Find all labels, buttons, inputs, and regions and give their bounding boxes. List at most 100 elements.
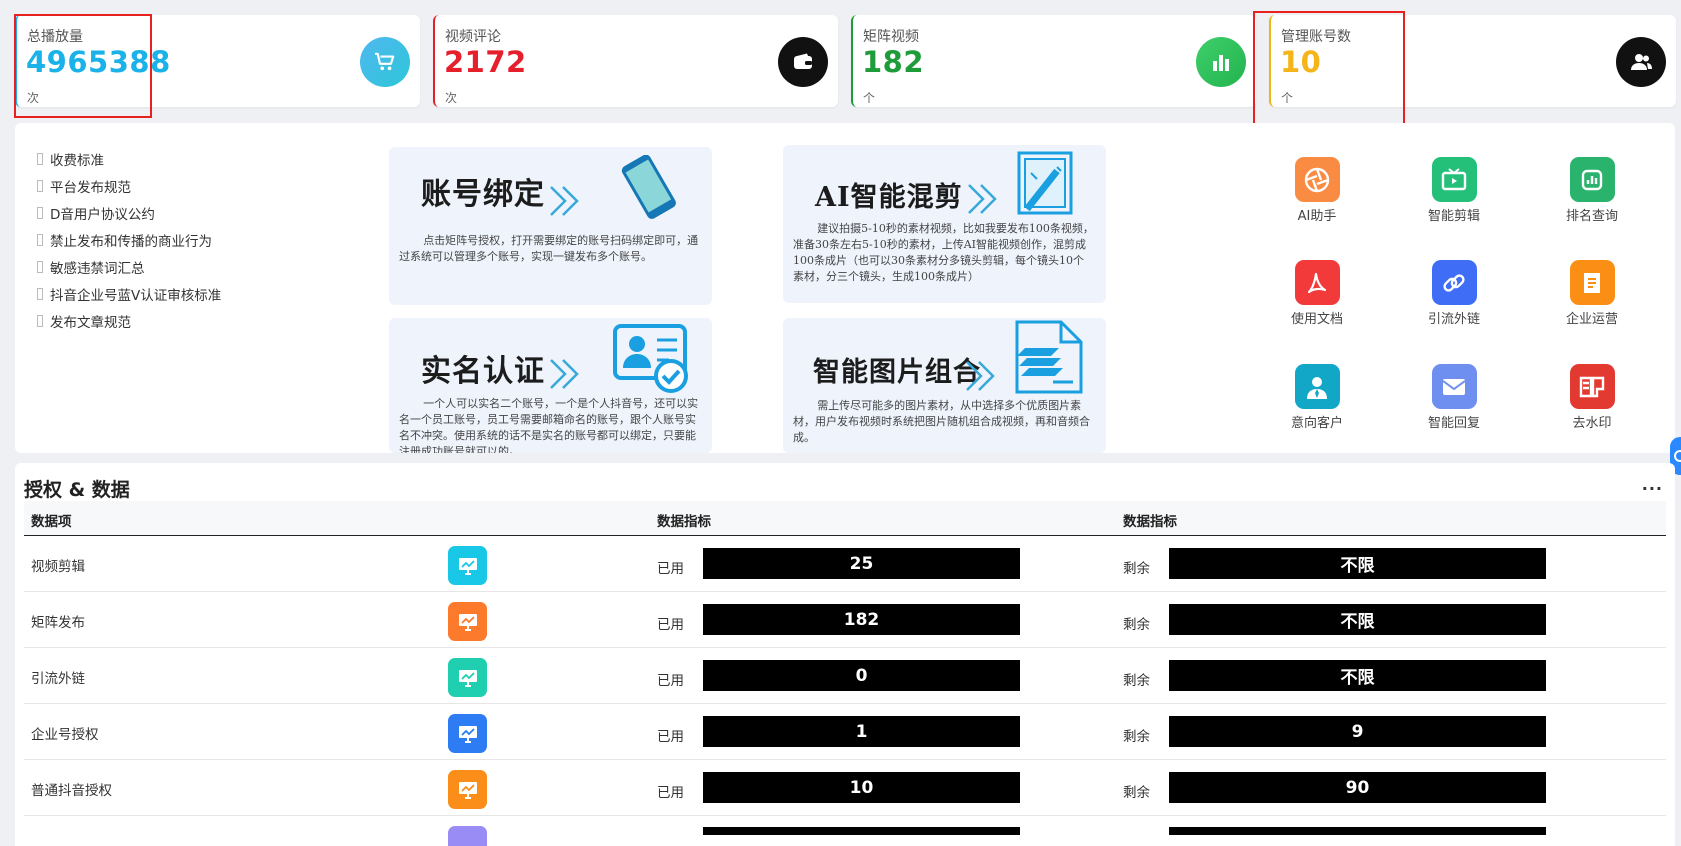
- remain-value: 90: [1169, 772, 1546, 803]
- rule-link[interactable]: 抖音企业号蓝V认证审核标准: [37, 280, 221, 307]
- feature-title: AI智能混剪: [815, 182, 963, 213]
- rule-link[interactable]: 禁止发布和传播的商业行为: [37, 226, 221, 253]
- used-label: 已用: [657, 785, 684, 801]
- rule-link[interactable]: 收费标准: [37, 145, 221, 172]
- used-value: 25: [703, 548, 1020, 579]
- stat-value: 4965388: [26, 45, 171, 79]
- stat-value: 2172: [444, 45, 527, 79]
- feature-title: 智能图片组合: [813, 357, 981, 388]
- customer-icon: [1294, 364, 1340, 409]
- wallet-icon: [778, 37, 828, 87]
- stat-unit: 个: [863, 91, 876, 105]
- cart-icon: [360, 37, 410, 87]
- remain-label: 剩余: [1123, 673, 1150, 689]
- video-edit-icon: [1017, 151, 1073, 215]
- doc-icon: [37, 233, 43, 246]
- stat-card-matrix-videos: 矩阵视频 182 个: [851, 15, 1256, 107]
- rule-link[interactable]: 敏感违禁词汇总: [37, 253, 221, 280]
- table-row: 矩阵发布 已用 182 剩余 不限: [24, 592, 1666, 648]
- feature-card-ai-mix[interactable]: AI智能混剪 建议拍摄5-10秒的素材视频，比如我要发布100条视频，准备30条…: [783, 145, 1106, 303]
- remain-label: 剩余: [1123, 785, 1150, 801]
- quick-action-label: 使用文档: [1290, 312, 1343, 327]
- bar-chart-icon: [1196, 37, 1246, 87]
- mail-icon: [1431, 364, 1477, 409]
- stat-title: 总播放量: [27, 29, 83, 45]
- remain-bar-partial: [1169, 827, 1546, 835]
- doc-icon: [37, 152, 43, 165]
- document-icon: [1015, 320, 1083, 394]
- rules-list: 收费标准 平台发布规范 D音用户协议公约 禁止发布和传播的商业行为 敏感违禁词汇…: [37, 145, 221, 334]
- gear-icon: [1674, 450, 1681, 462]
- users-icon: [1616, 37, 1666, 87]
- ranking-icon: [1569, 157, 1615, 202]
- remain-value: 不限: [1169, 548, 1546, 579]
- quick-action-enterprise[interactable]: 企业运营: [1547, 260, 1637, 327]
- quick-action-label: 引流外链: [1427, 312, 1480, 327]
- quick-action-ranking[interactable]: 排名查询: [1547, 157, 1637, 224]
- link-icon: [1431, 260, 1477, 305]
- rule-link[interactable]: 平台发布规范: [37, 172, 221, 199]
- column-header: 数据指标: [657, 514, 711, 530]
- remain-label: 剩余: [1123, 617, 1150, 633]
- rule-link[interactable]: 发布文章规范: [37, 307, 221, 334]
- stat-unit: 次: [445, 91, 458, 105]
- stat-title: 管理账号数: [1281, 29, 1351, 45]
- table-header: 数据项 数据指标 数据指标: [24, 501, 1666, 536]
- used-value: 1: [703, 716, 1020, 747]
- column-header: 数据项: [31, 514, 72, 530]
- row-name: 视频剪辑: [31, 559, 85, 575]
- row-name: 普通抖音授权: [31, 783, 112, 799]
- feature-card-account-binding[interactable]: 账号绑定 点击矩阵号授权，打开需要绑定的账号扫码绑定即可，通过系统可以管理多个账…: [389, 147, 712, 305]
- quick-action-label: 智能剪辑: [1427, 209, 1480, 224]
- quick-action-label: 企业运营: [1565, 312, 1618, 327]
- used-label: 已用: [657, 561, 684, 577]
- used-label: 已用: [657, 617, 684, 633]
- quick-action-label: 智能回复: [1427, 416, 1480, 431]
- quick-action-ai-assistant[interactable]: AI助手: [1272, 157, 1362, 224]
- stat-card-managed-accounts: 管理账号数 10 个: [1269, 15, 1676, 107]
- quick-action-docs[interactable]: 使用文档: [1272, 260, 1362, 327]
- used-value: 0: [703, 660, 1020, 691]
- more-icon[interactable]: ···: [1642, 479, 1663, 498]
- remain-label: 剩余: [1123, 729, 1150, 745]
- auth-data-panel: 授权 & 数据 ··· 数据项 数据指标 数据指标 视频剪辑 已用 25 剩余 …: [15, 463, 1675, 846]
- feature-title: 实名认证: [421, 354, 545, 389]
- quick-action-smart-reply[interactable]: 智能回复: [1409, 364, 1499, 431]
- quick-action-customers[interactable]: 意向客户: [1272, 364, 1362, 431]
- chevron-right-icon: [550, 359, 579, 389]
- used-label: 已用: [657, 673, 684, 689]
- feature-card-real-name[interactable]: 实名认证 一个人可以实名二个账号，一个是个人抖音号，还可以实名一个员工账号，员工…: [389, 318, 712, 453]
- pdf-icon: [1294, 260, 1340, 305]
- stat-unit: 次: [27, 91, 40, 105]
- used-value: 10: [703, 772, 1020, 803]
- doc-icon: [37, 287, 43, 300]
- chevron-right-icon: [968, 184, 997, 214]
- feature-card-image-combo[interactable]: 智能图片组合 需上传尽可能多的图片素材，从中选择多个优质图片素材，用户发布视频时…: [783, 318, 1106, 453]
- stat-value: 10: [1280, 45, 1322, 79]
- used-value: 182: [703, 604, 1020, 635]
- rule-link[interactable]: D音用户协议公约: [37, 199, 221, 226]
- monitor-icon: [448, 546, 487, 585]
- monitor-icon: [448, 658, 487, 697]
- tv-icon: [1431, 157, 1477, 202]
- stat-card-video-comments: 视频评论 2172 次: [433, 15, 838, 107]
- chevron-right-icon: [550, 186, 579, 216]
- feature-desc: 需上传尽可能多的图片素材，从中选择多个优质图片素材，用户发布视频时系统把图片随机…: [793, 399, 1090, 444]
- feature-desc: 点击矩阵号授权，打开需要绑定的账号扫码绑定即可，通过系统可以管理多个账号，实现一…: [399, 234, 699, 263]
- quick-action-link[interactable]: 引流外链: [1409, 260, 1499, 327]
- monitor-icon: [448, 770, 487, 809]
- remain-label: 剩余: [1123, 561, 1150, 577]
- quick-action-smart-edit[interactable]: 智能剪辑: [1409, 157, 1499, 224]
- used-bar-partial: [703, 827, 1020, 835]
- monitor-icon: [448, 826, 487, 846]
- file-icon: [1569, 260, 1615, 305]
- doc-icon: [37, 179, 43, 192]
- table-row: 企业号授权 已用 1 剩余 9: [24, 704, 1666, 760]
- chevron-right-icon: [966, 361, 995, 391]
- doc-icon: [37, 260, 43, 273]
- quick-action-watermark[interactable]: 去水印: [1547, 364, 1637, 431]
- quick-action-label: AI助手: [1297, 209, 1337, 224]
- row-name: 企业号授权: [31, 727, 99, 743]
- doc-icon: [37, 206, 43, 219]
- table-row-partial: [24, 816, 1666, 846]
